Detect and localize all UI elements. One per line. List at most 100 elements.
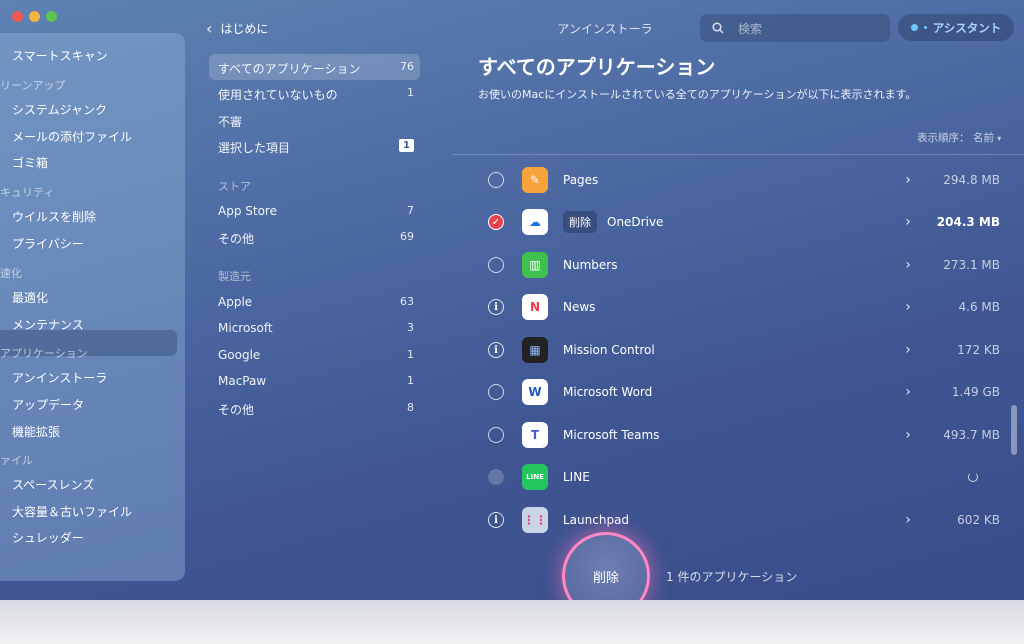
filter-item[interactable]: その他 8 xyxy=(218,401,414,418)
back-button[interactable]: ‹ はじめに xyxy=(206,20,268,37)
info-icon[interactable]: i xyxy=(488,512,504,528)
filter-item[interactable]: すべてのアプリケーション 76 xyxy=(218,60,414,77)
chevron-left-icon: ‹ xyxy=(206,18,213,38)
filter-item[interactable]: Microsoft 3 xyxy=(218,321,414,335)
sort-control[interactable]: 表示順序： 名前 ▾ xyxy=(917,130,1001,145)
chevron-right-icon[interactable]: › xyxy=(888,172,928,188)
sidebar-item[interactable]: メンテナンス xyxy=(12,316,84,333)
app-row[interactable]: LINE LINE xyxy=(480,457,1000,497)
filter-item-label: その他 xyxy=(218,403,255,417)
filter-item[interactable]: 不審 xyxy=(218,113,414,130)
select-checkbox[interactable] xyxy=(488,469,504,485)
filter-item-label: その他 xyxy=(218,232,255,246)
filter-item-label: すべてのアプリケーション xyxy=(218,62,361,76)
app-row[interactable]: W Microsoft Word › 1.49 GB xyxy=(480,372,1000,412)
app-row[interactable]: ▥ Numbers › 273.1 MB xyxy=(480,245,1000,285)
sidebar-item[interactable]: アップデータ xyxy=(12,396,84,413)
filter-item-count: 63 xyxy=(400,295,414,308)
app-name-cell: LINE xyxy=(563,470,968,484)
info-icon[interactable]: i xyxy=(488,342,504,358)
sidebar-item[interactable]: スマートスキャン xyxy=(12,47,108,64)
word-icon: W xyxy=(522,379,548,405)
select-checkbox[interactable] xyxy=(488,257,504,273)
select-checkbox[interactable]: ✓ xyxy=(488,214,504,230)
app-name-cell: Launchpad xyxy=(563,513,888,527)
app-size: 602 KB xyxy=(957,513,1000,527)
assistant-small-dot-icon xyxy=(923,26,927,29)
app-row[interactable]: ✓ ☁ 削除 OneDrive › 204.3 MB xyxy=(480,202,1000,242)
sidebar-section-label: アプリケーション xyxy=(0,347,88,360)
sidebar-item[interactable]: 機能拡張 xyxy=(12,423,60,440)
sidebar-item[interactable]: プライバシー xyxy=(12,235,84,252)
filter-item[interactable]: Google 1 xyxy=(218,348,414,362)
sidebar-item[interactable]: メールの添付ファイル xyxy=(12,128,132,145)
app-size: 172 KB xyxy=(957,343,1000,357)
filter-item-label: MacPaw xyxy=(218,374,267,388)
app-name: LINE xyxy=(563,470,590,484)
search-field[interactable]: 検索 xyxy=(700,14,890,42)
sidebar-item[interactable]: シュレッダー xyxy=(12,529,84,546)
sort-value: 名前 xyxy=(972,132,994,144)
app-name: Microsoft Teams xyxy=(563,428,660,442)
app-row[interactable]: i ⋮⋮ Launchpad › 602 KB xyxy=(480,500,1000,540)
app-row[interactable]: T Microsoft Teams › 493.7 MB xyxy=(480,415,1000,455)
sidebar-item[interactable]: 大容量＆古いファイル xyxy=(12,503,132,520)
filter-item[interactable]: App Store 7 xyxy=(218,204,414,218)
sidebar-item[interactable]: 最適化 xyxy=(12,289,48,306)
filter-item[interactable]: Apple 63 xyxy=(218,295,414,309)
select-checkbox[interactable] xyxy=(488,384,504,400)
app-size: 294.8 MB xyxy=(943,173,1000,187)
filter-item-label: Apple xyxy=(218,295,253,309)
filter-item-count: 3 xyxy=(407,321,414,334)
sidebar-item[interactable]: アンインストーラ xyxy=(12,369,107,386)
chevron-right-icon[interactable]: › xyxy=(888,427,928,443)
sidebar-section-label: リーンアップ xyxy=(0,79,66,92)
chevron-right-icon[interactable]: › xyxy=(888,512,928,528)
filter-item-count: 69 xyxy=(400,230,414,243)
chevron-right-icon[interactable]: › xyxy=(888,299,928,315)
search-icon xyxy=(712,22,724,34)
select-checkbox[interactable] xyxy=(488,427,504,443)
chevron-right-icon[interactable]: › xyxy=(888,384,928,400)
news-icon: N xyxy=(522,294,548,320)
sidebar-item[interactable]: ゴミ箱 xyxy=(12,154,48,171)
filter-item-count: 76 xyxy=(400,60,414,73)
app-size: 204.3 MB xyxy=(936,215,1000,229)
app-size: 273.1 MB xyxy=(943,258,1000,272)
sidebar-item[interactable]: システムジャンク xyxy=(12,101,107,118)
sidebar-item[interactable]: ウイルスを削除 xyxy=(12,208,96,225)
sidebar-item[interactable]: スペースレンズ xyxy=(12,476,94,493)
sidebar-section-label: ァイル xyxy=(0,454,33,467)
onedrive-icon: ☁ xyxy=(522,209,548,235)
app-name-cell: Mission Control xyxy=(563,343,888,357)
filter-item-label: 選択した項目 xyxy=(218,141,291,155)
info-icon[interactable]: i xyxy=(488,299,504,315)
filter-item-label: 使用されていないもの xyxy=(218,88,338,102)
app-row[interactable]: i N News › 4.6 MB xyxy=(480,287,1000,327)
chevron-right-icon[interactable]: › xyxy=(888,214,928,230)
assistant-button[interactable]: アシスタント xyxy=(898,14,1014,41)
app-size: 1.49 GB xyxy=(951,385,1000,399)
app-row[interactable]: i ▦ Mission Control › 172 KB xyxy=(480,330,1000,370)
app-name: Microsoft Word xyxy=(563,385,653,399)
filter-item-count: 1 xyxy=(407,348,414,361)
remove-action-dropdown[interactable]: 削除 xyxy=(563,211,597,233)
select-checkbox[interactable] xyxy=(488,172,504,188)
app-name: OneDrive xyxy=(607,215,664,229)
loading-spinner-icon xyxy=(968,472,978,482)
chevron-right-icon[interactable]: › xyxy=(888,342,928,358)
app-row[interactable]: ✎ Pages › 294.8 MB xyxy=(480,160,1000,200)
app-name-cell: Numbers xyxy=(563,258,888,272)
filter-item[interactable]: MacPaw 1 xyxy=(218,374,414,388)
filter-item[interactable]: 使用されていないもの 1 xyxy=(218,86,414,103)
app-name-cell: Pages xyxy=(563,173,888,187)
launchpad-icon: ⋮⋮ xyxy=(522,507,548,533)
filter-item[interactable]: その他 69 xyxy=(218,230,414,247)
filter-item[interactable]: 選択した項目 1 xyxy=(218,139,414,156)
app-size: 4.6 MB xyxy=(958,300,1000,314)
chevron-right-icon[interactable]: › xyxy=(888,257,928,273)
numbers-icon: ▥ xyxy=(522,252,548,278)
app-name-cell: News xyxy=(563,300,888,314)
scrollbar-thumb[interactable] xyxy=(1011,405,1017,455)
app-window: スマートスキャン リーンアップ システムジャンク メールの添付ファイル ゴミ箱 キュリティ… xyxy=(0,0,1024,612)
